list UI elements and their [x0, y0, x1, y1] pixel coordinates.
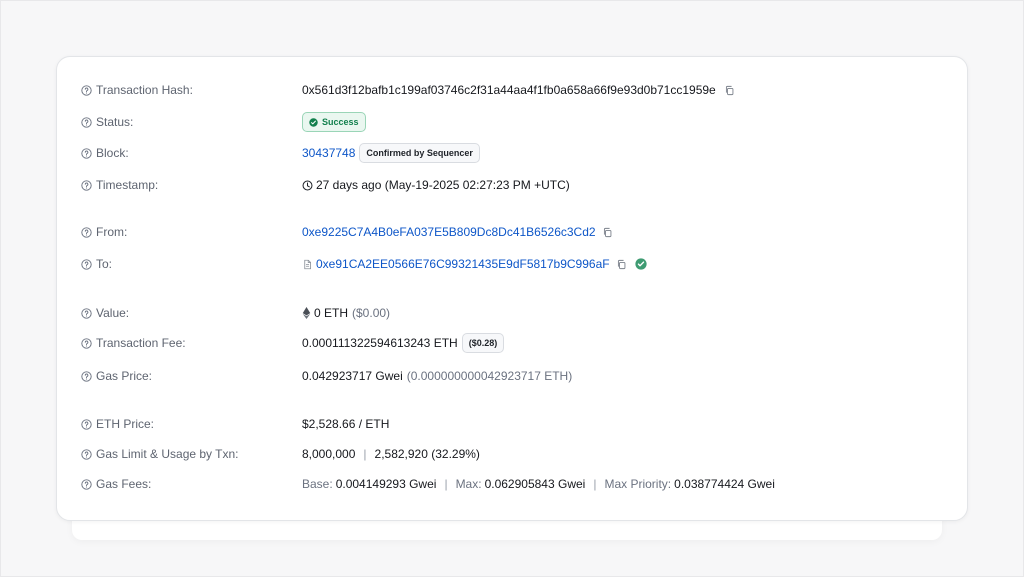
- row-from: From: 0xe9225C7A4B0eFA037E5B809Dc8Dc41B6…: [81, 221, 943, 243]
- value-to: 0xe91CA2EE0566E76C99321435E9dF5817b9C996…: [302, 257, 647, 271]
- question-circle-icon[interactable]: [81, 478, 92, 490]
- row-transaction-fee: Transaction Fee: 0.000111322594613243 ET…: [81, 332, 943, 354]
- label-text: Gas Fees:: [96, 477, 152, 491]
- question-circle-icon[interactable]: [81, 448, 92, 460]
- row-to: To: 0xe91CA2EE0566E76C99321435E9dF5817b9…: [81, 253, 943, 275]
- label-gas-price: Gas Price:: [81, 369, 302, 383]
- row-eth-price: ETH Price: $2,528.66 / ETH: [81, 413, 943, 435]
- transaction-hash-text[interactable]: 0x561d3f12bafb1c199af03746c2f31a44aa4f1f…: [302, 83, 716, 97]
- label-block: Block:: [81, 146, 302, 160]
- eth-price-text: $2,528.66 / ETH: [302, 417, 390, 431]
- copy-icon[interactable]: [724, 85, 735, 96]
- label-text: Gas Limit & Usage by Txn:: [96, 447, 239, 461]
- transaction-details-card: Transaction Hash: 0x561d3f12bafb1c199af0…: [56, 56, 968, 521]
- max-label: Max:: [455, 477, 482, 491]
- row-gas-limit: Gas Limit & Usage by Txn: 8,000,000 | 2,…: [81, 443, 943, 465]
- fee-amount: 0.000111322594613243 ETH: [302, 336, 458, 350]
- gas-price-gwei: 0.042923717 Gwei: [302, 369, 403, 383]
- max-priority-value: 0.038774424 Gwei: [674, 477, 775, 491]
- value-gas-fees: Base: 0.004149293 Gwei | Max: 0.06290584…: [302, 477, 775, 491]
- label-timestamp: Timestamp:: [81, 178, 302, 192]
- to-address-link[interactable]: 0xe91CA2EE0566E76C99321435E9dF5817b9C996…: [316, 257, 610, 271]
- copy-icon[interactable]: [616, 259, 627, 270]
- question-circle-icon[interactable]: [81, 147, 92, 159]
- question-circle-icon[interactable]: [81, 370, 92, 382]
- question-circle-icon[interactable]: [81, 84, 92, 96]
- row-status: Status: Success: [81, 111, 943, 133]
- label-text: From:: [96, 225, 128, 239]
- row-transaction-hash: Transaction Hash: 0x561d3f12bafb1c199af0…: [81, 79, 943, 101]
- row-timestamp: Timestamp: 27 days ago (May-19-2025 02:2…: [81, 174, 943, 196]
- label-gas-limit: Gas Limit & Usage by Txn:: [81, 447, 302, 461]
- block-number-link[interactable]: 30437748: [302, 146, 355, 160]
- separator: |: [444, 477, 448, 491]
- timestamp-text: 27 days ago (May-19-2025 02:27:23 PM +UT…: [316, 178, 570, 192]
- value-gas-price: 0.042923717 Gwei (0.000000000042923717 E…: [302, 369, 572, 383]
- question-circle-icon[interactable]: [81, 116, 92, 128]
- max-priority-label: Max Priority:: [604, 477, 672, 491]
- question-circle-icon[interactable]: [81, 179, 92, 191]
- label-text: Transaction Hash:: [96, 83, 193, 97]
- value-transaction-fee: 0.000111322594613243 ETH ($0.28): [302, 333, 505, 353]
- ethereum-icon: [302, 307, 311, 319]
- value-status: Success: [302, 112, 366, 132]
- separator: |: [363, 447, 367, 461]
- gas-price-eth: (0.000000000042923717 ETH): [406, 369, 573, 383]
- value-transaction-hash: 0x561d3f12bafb1c199af03746c2f31a44aa4f1f…: [302, 83, 735, 97]
- label-transaction-fee: Transaction Fee:: [81, 336, 302, 350]
- label-value: Value:: [81, 306, 302, 320]
- from-address-link[interactable]: 0xe9225C7A4B0eFA037E5B809Dc8Dc41B6526c3C…: [302, 225, 596, 239]
- label-text: ETH Price:: [96, 417, 155, 431]
- question-circle-icon[interactable]: [81, 258, 92, 270]
- label-gas-fees: Gas Fees:: [81, 477, 302, 491]
- row-block: Block: 30437748 Confirmed by Sequencer: [81, 142, 943, 164]
- label-text: Status:: [96, 115, 134, 129]
- max-value: 0.062905843 Gwei: [484, 477, 586, 491]
- separator: |: [593, 477, 597, 491]
- value-from: 0xe9225C7A4B0eFA037E5B809Dc8Dc41B6526c3C…: [302, 225, 613, 239]
- label-text: Gas Price:: [96, 369, 153, 383]
- gas-limit-value: 8,000,000: [302, 447, 356, 461]
- label-eth-price: ETH Price:: [81, 417, 302, 431]
- question-circle-icon[interactable]: [81, 337, 92, 349]
- base-label: Base:: [302, 477, 333, 491]
- base-value: 0.004149293 Gwei: [335, 477, 437, 491]
- label-status: Status:: [81, 115, 302, 129]
- fee-usd-badge: ($0.28): [461, 333, 505, 353]
- label-transaction-hash: Transaction Hash:: [81, 83, 302, 97]
- value-eth-price: $2,528.66 / ETH: [302, 417, 389, 431]
- question-circle-icon[interactable]: [81, 226, 92, 238]
- row-gas-fees: Gas Fees: Base: 0.004149293 Gwei | Max: …: [81, 473, 943, 495]
- status-text: Success: [322, 117, 359, 127]
- label-text: Value:: [96, 306, 130, 320]
- copy-icon[interactable]: [602, 227, 613, 238]
- label-from: From:: [81, 225, 302, 239]
- label-to: To:: [81, 257, 302, 271]
- value-timestamp: 27 days ago (May-19-2025 02:27:23 PM +UT…: [302, 178, 570, 192]
- label-text: Timestamp:: [96, 178, 159, 192]
- file-icon: [304, 259, 312, 269]
- check-circle-icon: [634, 258, 647, 270]
- label-text: To:: [96, 257, 113, 271]
- value-usd: ($0.00): [352, 306, 391, 320]
- label-text: Block:: [96, 146, 129, 160]
- row-value: Value: 0 ETH ($0.00): [81, 302, 943, 324]
- status-badge: Success: [302, 112, 366, 132]
- clock-icon: [302, 180, 313, 190]
- value-block: 30437748 Confirmed by Sequencer: [302, 143, 480, 163]
- question-circle-icon[interactable]: [81, 307, 92, 319]
- question-circle-icon[interactable]: [81, 418, 92, 430]
- value-gas-limit: 8,000,000 | 2,582,920 (32.29%): [302, 447, 480, 461]
- confirmation-badge: Confirmed by Sequencer: [359, 143, 480, 163]
- row-gas-price: Gas Price: 0.042923717 Gwei (0.000000000…: [81, 365, 943, 387]
- value-value: 0 ETH ($0.00): [302, 306, 390, 320]
- value-amount: 0 ETH: [314, 306, 349, 320]
- gas-usage-value: 2,582,920 (32.29%): [374, 447, 480, 461]
- check-circle-icon: [309, 117, 318, 127]
- label-text: Transaction Fee:: [96, 336, 186, 350]
